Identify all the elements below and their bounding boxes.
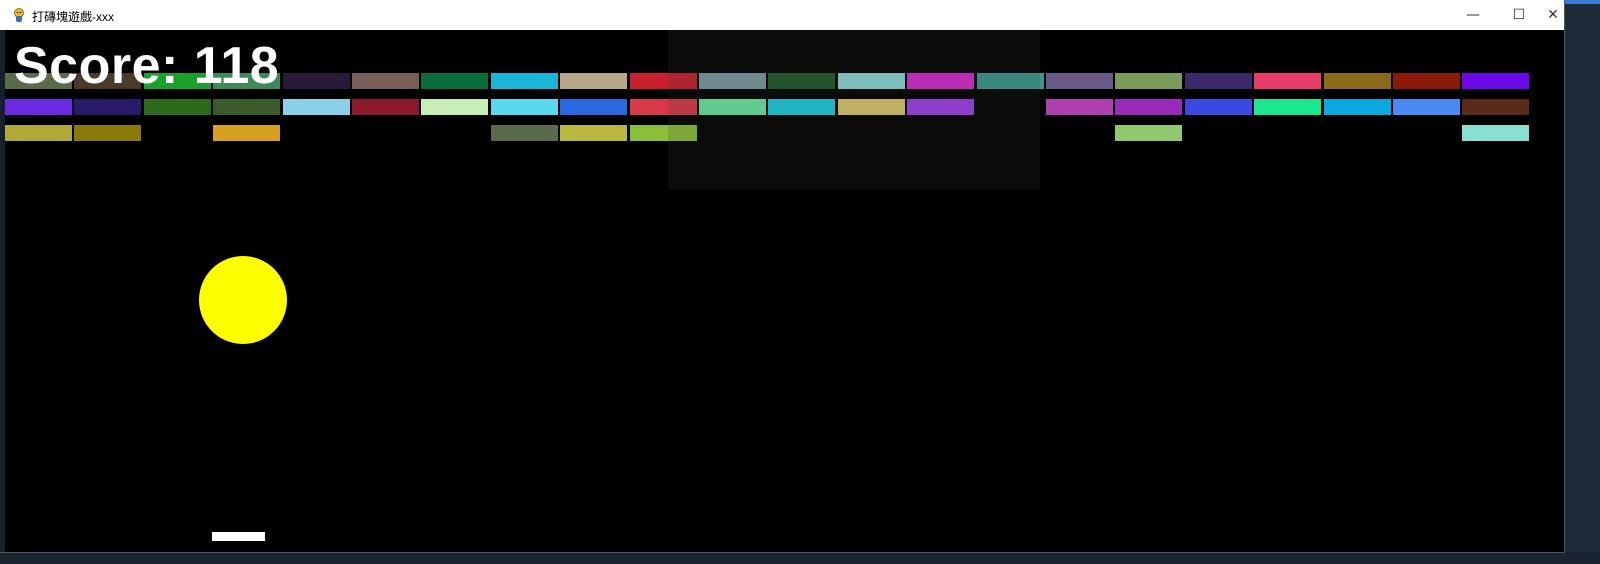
brick [560,125,627,141]
brick [560,99,627,115]
brick [491,73,558,89]
brick [1254,73,1321,89]
brick [352,99,419,115]
brick [1046,73,1113,89]
brick [1462,73,1529,89]
brick [699,99,766,115]
brick [5,125,72,141]
brick [1115,99,1182,115]
brick [5,99,72,115]
brick [1046,99,1113,115]
brick [491,125,558,141]
desktop-background [1564,0,1600,564]
desktop-accent-stripe [1564,0,1600,4]
brick [907,99,974,115]
brick [838,73,905,89]
score-label: Score: 118 [14,37,280,95]
brick [630,99,697,115]
brick [283,73,350,89]
desktop-taskbar-edge [0,552,1600,564]
paddle[interactable] [212,532,265,541]
brick [907,73,974,89]
brick [630,125,697,141]
brick [1254,99,1321,115]
brick [1185,99,1252,115]
brick [283,99,350,115]
brick [977,73,1044,89]
brick [838,99,905,115]
brick [1185,73,1252,89]
brick [352,73,419,89]
brick [1115,73,1182,89]
minimize-button[interactable]: — [1450,0,1496,30]
brick [699,73,766,89]
close-button[interactable]: ✕ [1542,0,1564,30]
ball [199,256,287,344]
maximize-button[interactable]: ☐ [1496,0,1542,30]
brick [1462,99,1529,115]
brick [74,99,141,115]
brick [1324,73,1391,89]
brick [560,73,627,89]
game-canvas[interactable]: Score: 118 [5,30,1564,552]
brick [1324,99,1391,115]
brick [1115,125,1182,141]
brick [213,99,280,115]
title-bar[interactable]: 打磚塊遊戲-xxx — ☐ ✕ [0,0,1564,31]
brick [1393,99,1460,115]
brick [421,73,488,89]
game-window: 打磚塊遊戲-xxx — ☐ ✕ Score: 118 [0,0,1564,552]
brick [768,99,835,115]
brick [144,99,211,115]
brick [768,73,835,89]
brick [213,125,280,141]
pygame-snake-icon [14,8,24,22]
brick [74,125,141,141]
brick [630,73,697,89]
brick [1462,125,1529,141]
brick [491,99,558,115]
window-title: 打磚塊遊戲-xxx [32,10,114,24]
brick [421,99,488,115]
brick [1393,73,1460,89]
